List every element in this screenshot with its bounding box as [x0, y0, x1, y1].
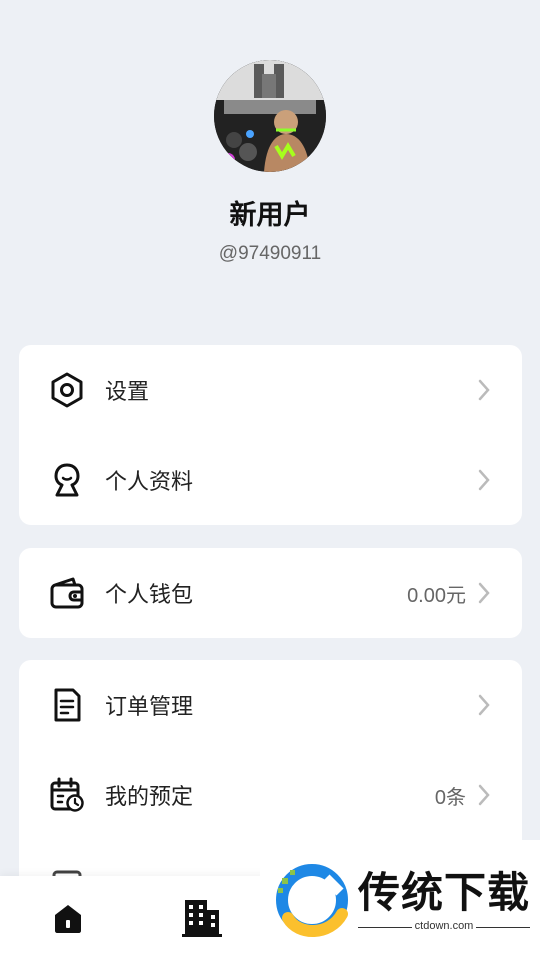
menu-item-orders[interactable]: 订单管理: [19, 660, 522, 750]
menu-item-label: 我的预定: [105, 785, 194, 810]
wallet-card: 个人钱包 0.00元: [19, 548, 522, 638]
reservation-count: 0条: [434, 786, 466, 809]
chevron-right-icon: [476, 783, 492, 807]
avatar[interactable]: [214, 60, 326, 172]
chevron-right-icon: [476, 693, 492, 717]
settings-icon: [49, 372, 85, 408]
home-icon: [51, 901, 85, 939]
chevron-right-icon: [476, 378, 492, 402]
settings-card: 设置 个人资料: [19, 345, 522, 525]
wallet-icon: [49, 575, 85, 611]
tab-home[interactable]: [44, 896, 92, 944]
watermark-text: 传统下载 ctdown.com: [358, 868, 531, 932]
watermark-url: ctdown.com: [358, 920, 531, 932]
profile-header: 新用户 @97490911: [0, 60, 540, 268]
menu-item-reservations[interactable]: 我的预定 0条: [19, 750, 522, 840]
watermark-title: 传统下载: [358, 868, 531, 917]
watermark-logo-icon: [268, 858, 352, 942]
menu-item-label: 订单管理: [105, 695, 194, 720]
menu-item-label: 个人钱包: [105, 583, 194, 608]
watermark-overlay: 传统下载 ctdown.com: [260, 840, 540, 960]
chevron-right-icon: [476, 468, 492, 492]
building-icon: [180, 896, 224, 944]
menu-item-label: 设置: [105, 380, 150, 405]
tab-buildings[interactable]: [178, 896, 226, 944]
order-icon: [49, 687, 85, 723]
calendar-icon: [49, 777, 85, 813]
menu-item-profile[interactable]: 个人资料: [19, 435, 522, 525]
wallet-balance: 0.00元: [407, 584, 466, 607]
menu-item-wallet[interactable]: 个人钱包 0.00元: [19, 548, 522, 638]
menu-item-settings[interactable]: 设置: [19, 345, 522, 435]
user-id: @97490911: [218, 243, 322, 264]
menu-item-label: 个人资料: [105, 470, 194, 495]
chevron-right-icon: [476, 581, 492, 605]
username: 新用户: [229, 200, 311, 231]
profile-icon: [49, 462, 85, 498]
